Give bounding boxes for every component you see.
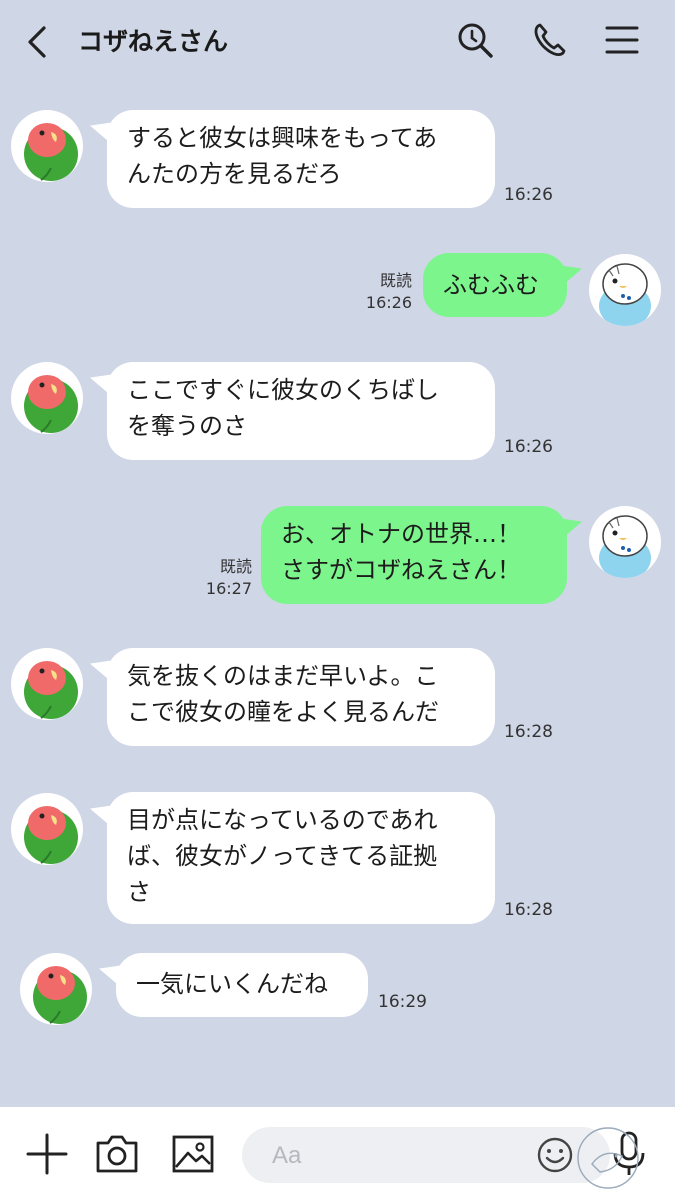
budgie-icon xyxy=(599,263,651,326)
lovebird-icon xyxy=(24,375,78,433)
lovebird-avatar[interactable] xyxy=(11,362,83,434)
message-bubble[interactable]: 気を抜くのはまだ早いよ。こ こで彼女の瞳をよく見るんだ xyxy=(107,648,495,746)
image-icon[interactable] xyxy=(170,1131,216,1177)
message-time: 16:26 xyxy=(365,293,412,312)
lovebird-icon xyxy=(33,966,87,1024)
message-time: 16:29 xyxy=(378,992,427,1012)
read-status: 既読 16:26 xyxy=(350,270,412,314)
message-time: 16:26 xyxy=(504,437,553,457)
message-time: 16:27 xyxy=(205,579,252,598)
read-label: 既読 xyxy=(219,557,252,576)
message-bubble[interactable]: ここですぐに彼女のくちばし を奪うのさ xyxy=(107,362,495,460)
message-input-field[interactable] xyxy=(242,1127,610,1183)
back-chevron-icon[interactable] xyxy=(22,24,52,60)
message-bubble[interactable]: すると彼女は興味をもってあ んたの方を見るだろ xyxy=(107,110,495,208)
message-bubble[interactable]: お、オトナの世界…！ さすがコザねえさん！ xyxy=(261,506,567,604)
read-status: 既読 16:27 xyxy=(190,556,252,600)
menu-icon[interactable] xyxy=(603,20,643,60)
read-label: 既読 xyxy=(379,271,412,290)
lovebird-avatar[interactable] xyxy=(11,110,83,182)
message-bubble[interactable]: ふむふむ xyxy=(423,253,567,317)
message-time: 16:26 xyxy=(504,185,553,205)
message-bubble[interactable]: 一気にいくんだね xyxy=(116,953,368,1017)
message-bubble[interactable]: 目が点になっているのであれ ば、彼女がノってきてる証拠 さ xyxy=(107,792,495,924)
lovebird-icon xyxy=(24,806,78,864)
artist-watermark-logo xyxy=(577,1127,639,1189)
camera-icon[interactable] xyxy=(94,1131,140,1177)
chat-title: コザねえさん xyxy=(78,27,229,56)
phone-icon[interactable] xyxy=(530,20,570,60)
budgie-avatar[interactable] xyxy=(589,506,661,578)
lovebird-avatar[interactable] xyxy=(11,793,83,865)
budgie-avatar[interactable] xyxy=(589,254,661,326)
message-time: 16:28 xyxy=(504,722,553,742)
lovebird-avatar[interactable] xyxy=(20,953,92,1025)
lovebird-icon xyxy=(24,123,78,181)
chat-header: コザねえさん xyxy=(0,0,675,84)
budgie-icon xyxy=(599,515,651,578)
message-input[interactable] xyxy=(270,1139,514,1173)
bubble-tail xyxy=(560,505,582,541)
search-icon[interactable] xyxy=(455,20,495,60)
lovebird-icon xyxy=(24,661,78,719)
bubble-tail xyxy=(560,252,582,288)
plus-icon[interactable] xyxy=(24,1131,70,1177)
message-time: 16:28 xyxy=(504,900,553,920)
lovebird-avatar[interactable] xyxy=(11,648,83,720)
